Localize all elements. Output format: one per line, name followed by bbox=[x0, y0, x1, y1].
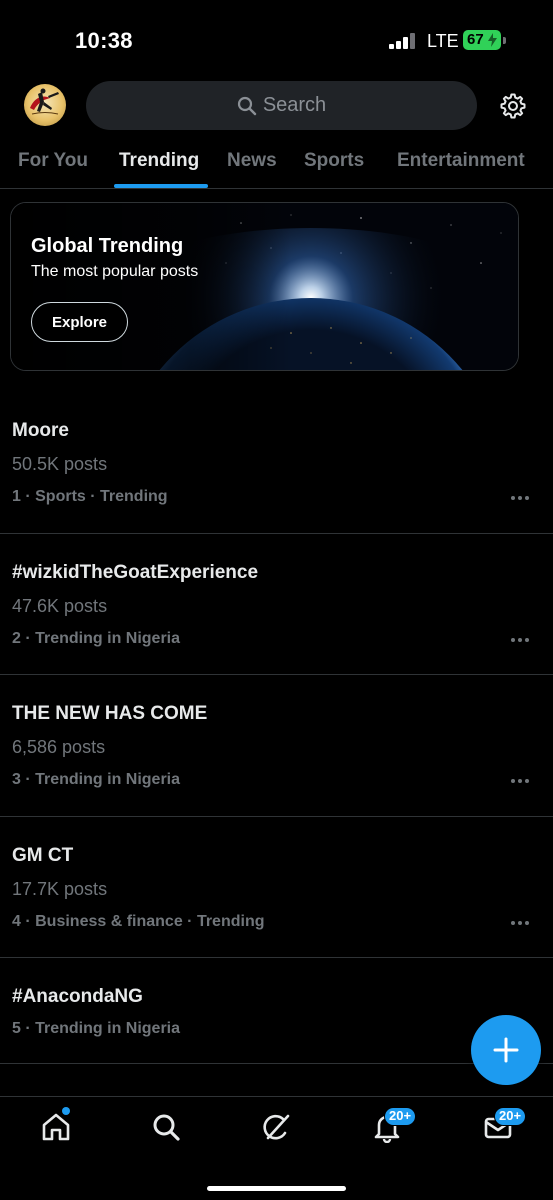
trend-meta: 4 · Business & finance · Trending bbox=[12, 912, 265, 930]
trend-name: THE NEW HAS COME bbox=[12, 703, 208, 724]
trend-item[interactable]: Moore 50.5K posts 1 · Sports · Trending bbox=[0, 392, 553, 534]
profile-avatar[interactable] bbox=[24, 84, 66, 126]
trend-name: #AnacondaNG bbox=[12, 986, 143, 1007]
status-bar: 10:38 LTE 67 bbox=[0, 0, 553, 80]
explore-button[interactable]: Explore bbox=[31, 302, 128, 342]
trend-item[interactable]: THE NEW HAS COME 6,586 posts 3 · Trendin… bbox=[0, 675, 553, 817]
status-time: 10:38 bbox=[75, 28, 133, 53]
trend-post-count: 6,586 posts bbox=[12, 737, 106, 757]
banner-title: Global Trending bbox=[31, 235, 184, 257]
search-placeholder: Search bbox=[262, 94, 327, 116]
earth-glow-image bbox=[11, 203, 518, 370]
more-options-icon[interactable] bbox=[511, 920, 531, 926]
avatar-logo-icon bbox=[30, 88, 59, 115]
nav-search[interactable] bbox=[150, 1111, 182, 1143]
tab-trending[interactable]: Trending bbox=[119, 150, 199, 172]
trend-name: Moore bbox=[12, 420, 69, 441]
gear-icon[interactable] bbox=[498, 92, 526, 120]
battery-icon: 67 bbox=[463, 30, 501, 50]
tab-for-you[interactable]: For You bbox=[18, 150, 88, 172]
tab-sports[interactable]: Sports bbox=[304, 150, 364, 172]
trend-item[interactable]: #wizkidTheGoatExperience 47.6K posts 2 ·… bbox=[0, 534, 553, 675]
search-icon bbox=[237, 96, 257, 115]
nav-home[interactable] bbox=[40, 1111, 72, 1143]
battery-cap bbox=[503, 37, 506, 44]
network-type: LTE bbox=[427, 31, 459, 51]
trend-post-count: 50.5K posts bbox=[12, 454, 108, 474]
compose-button[interactable] bbox=[471, 1015, 541, 1085]
trend-post-count: 17.7K posts bbox=[12, 878, 108, 899]
home-icon bbox=[42, 1113, 70, 1141]
messages-badge: 20+ bbox=[494, 1107, 527, 1126]
trend-name: #wizkidTheGoatExperience bbox=[12, 561, 259, 583]
plus-icon bbox=[493, 1037, 519, 1063]
trend-name: GM CT bbox=[12, 844, 74, 866]
battery-level: 67 bbox=[467, 31, 484, 48]
grok-icon bbox=[263, 1114, 290, 1140]
trend-meta: 2 · Trending in Nigeria bbox=[12, 629, 181, 647]
trend-list: Moore 50.5K posts 1 · Sports · Trending … bbox=[0, 392, 553, 1064]
search-icon bbox=[153, 1114, 180, 1141]
trend-meta: 5 · Trending in Nigeria bbox=[12, 1020, 181, 1037]
tab-news[interactable]: News bbox=[227, 150, 277, 172]
cellular-signal-icon bbox=[389, 33, 415, 49]
home-indicator bbox=[207, 1186, 346, 1191]
trend-post-count: 47.6K posts bbox=[12, 595, 108, 616]
more-options-icon[interactable] bbox=[511, 495, 531, 501]
more-options-icon[interactable] bbox=[511, 778, 531, 784]
tab-bar: For You Trending News Sports Entertainme… bbox=[0, 140, 553, 189]
charging-bolt-icon bbox=[488, 33, 497, 47]
banner-subtitle: The most popular posts bbox=[31, 263, 199, 280]
home-unread-dot bbox=[62, 1107, 70, 1115]
bottom-nav: 20+ 20+ bbox=[0, 1096, 553, 1200]
tab-entertainment[interactable]: Entertainment bbox=[397, 150, 525, 172]
global-trending-banner[interactable]: Global Trending The most popular posts E… bbox=[10, 202, 519, 371]
search-input[interactable]: Search bbox=[86, 81, 477, 130]
more-options-icon[interactable] bbox=[511, 637, 531, 643]
trend-meta: 3 · Trending in Nigeria bbox=[12, 771, 181, 788]
trend-meta: 1 · Sports · Trending bbox=[12, 488, 168, 505]
notifications-badge: 20+ bbox=[384, 1107, 417, 1126]
nav-grok[interactable] bbox=[261, 1111, 293, 1143]
active-tab-indicator bbox=[114, 184, 208, 188]
trend-item[interactable]: GM CT 17.7K posts 4 · Business & finance… bbox=[0, 817, 553, 958]
